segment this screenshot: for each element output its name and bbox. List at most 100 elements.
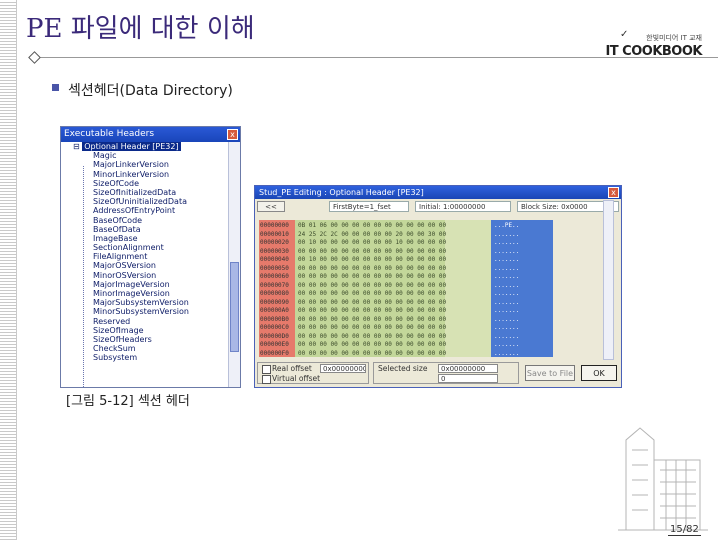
hex-row-bytes: 00 10 00 00 00 00 00 00 00 00 00 00 00 0… (298, 256, 447, 263)
selected-size-label: Selected size (378, 364, 428, 373)
tree-item[interactable]: SizeOfImage (61, 326, 229, 335)
hex-row-ascii: ....... (494, 332, 520, 340)
tree-item[interactable]: MajorLinkerVersion (61, 160, 229, 169)
offset-field[interactable]: FirstByte=1_fset (329, 201, 409, 212)
slide-title: PE 파일에 대한 이해 (26, 14, 255, 44)
save-to-file-button[interactable]: Save to File (525, 365, 575, 381)
hex-row-ascii: ....... (494, 298, 520, 306)
hex-row[interactable]: 00000040 00 10 00 00 00 00 00 00 00 00 00… (259, 256, 553, 264)
tree-root-label: Optional Header [PE32] (82, 142, 181, 151)
tree-item[interactable]: CheckSum (61, 344, 229, 353)
tree-scrollbar-thumb[interactable] (230, 262, 239, 352)
tree-item[interactable]: MinorImageVersion (61, 289, 229, 298)
tree-item[interactable]: MinorSubsystemVersion (61, 307, 229, 316)
hex-row-ascii: ....... (494, 307, 520, 314)
hex-row[interactable]: 000000A0 00 00 00 00 00 00 00 00 00 00 00… (259, 307, 553, 315)
tree-item[interactable]: SizeOfInitializedData (61, 188, 229, 197)
tree-root-item[interactable]: ⊟ Optional Header [PE32] (61, 142, 229, 151)
initial-field[interactable]: Initial: 1:00000000 (415, 201, 511, 212)
hex-row-offset: 00000060 (260, 273, 289, 280)
page-number: 15/82 (668, 524, 701, 536)
hex-row-offset: 00000090 (260, 298, 289, 306)
hex-row[interactable]: 000000D0 00 00 00 00 00 00 00 00 00 00 00… (259, 333, 553, 341)
nav-back-button[interactable]: << (257, 201, 285, 212)
hex-row-bytes: 00 00 00 00 00 00 00 00 00 00 00 00 00 0… (298, 247, 447, 255)
virtual-size-value[interactable]: 0 (438, 374, 498, 383)
editor-toolbar: << FirstByte=1_fset Initial: 1:00000000 … (257, 200, 619, 214)
diamond-icon (28, 51, 41, 64)
tree-item[interactable]: BaseOfCode (61, 216, 229, 225)
tree-item[interactable]: Subsystem (61, 353, 229, 362)
bullet-square-icon (52, 84, 59, 91)
tree-item[interactable]: MinorLinkerVersion (61, 170, 229, 179)
hex-row-offset: 00000020 (260, 239, 289, 246)
hex-dump-area[interactable]: 00000000 0B 01 06 00 00 00 00 00 00 00 00… (259, 220, 553, 357)
hex-row-ascii: ....... (494, 281, 520, 289)
tree-item[interactable]: MajorSubsystemVersion (61, 298, 229, 307)
selected-size-value[interactable]: 0x00000000 (438, 364, 498, 373)
tree-item[interactable]: MinorOSVersion (61, 271, 229, 280)
close-icon[interactable]: x (227, 129, 238, 140)
hex-row-offset: 000000D0 (260, 332, 289, 340)
hex-row-offset: 000000C0 (260, 324, 289, 331)
hex-row[interactable]: 00000020 00 10 00 00 00 00 00 00 00 10 00… (259, 239, 553, 247)
hex-row-ascii: ...PE.. (494, 222, 520, 229)
hex-row-offset: 00000080 (260, 290, 289, 297)
editor-titlebar: Stud_PE Editing : Optional Header [PE32]… (255, 186, 621, 199)
hex-row-ascii: ....... (494, 273, 520, 280)
logo-brand: IT COOKBOOK (605, 44, 702, 59)
virtual-offset-checkbox[interactable] (262, 375, 271, 384)
real-offset-checkbox[interactable] (262, 365, 271, 374)
header-tree: ⊟ Optional Header [PE32] Magic MajorLink… (61, 142, 229, 387)
tree-scrollbar[interactable] (228, 142, 240, 387)
hex-row[interactable]: 00000030 00 00 00 00 00 00 00 00 00 00 00… (259, 248, 553, 256)
tree-item[interactable]: Reserved (61, 317, 229, 326)
hex-row-offset: 000000A0 (260, 307, 289, 314)
hex-row-bytes: 00 00 00 00 00 00 00 00 00 00 00 00 00 0… (298, 273, 447, 280)
hex-row[interactable]: 00000090 00 00 00 00 00 00 00 00 00 00 00… (259, 299, 553, 307)
hex-row[interactable]: 00000050 00 00 00 00 00 00 00 00 00 00 00… (259, 265, 553, 273)
executable-headers-titlebar: Executable Headers x (61, 127, 240, 142)
tree-item[interactable]: SizeOfCode (61, 179, 229, 188)
tree-item[interactable]: SizeOfUninitializedData (61, 197, 229, 206)
close-icon[interactable]: x (608, 187, 619, 198)
hex-row-offset: 000000F0 (260, 349, 289, 357)
hex-row[interactable]: 00000080 00 00 00 00 00 00 00 00 00 00 00… (259, 290, 553, 298)
hex-row[interactable]: 00000060 00 00 00 00 00 00 00 00 00 00 00… (259, 273, 553, 281)
hex-row[interactable]: 000000B0 00 00 00 00 00 00 00 00 00 00 00… (259, 316, 553, 324)
hex-row-bytes: 00 00 00 00 00 00 00 00 00 00 00 00 00 0… (298, 315, 447, 323)
hex-row-offset: 00000010 (260, 230, 289, 238)
hex-row[interactable]: 000000F0 00 00 00 00 00 00 00 00 00 00 00… (259, 350, 553, 358)
minus-icon[interactable]: ⊟ (73, 142, 80, 151)
hex-row-offset: 00000030 (260, 247, 289, 255)
tree-item[interactable]: MajorImageVersion (61, 280, 229, 289)
editor-scrollbar[interactable] (603, 200, 614, 360)
executable-headers-window: Executable Headers x ⊟ Optional Header [… (60, 126, 241, 388)
hex-row[interactable]: 00000010 24 25 2C 2C 00 00 00 00 00 20 00… (259, 231, 553, 239)
hex-row-offset: 00000040 (260, 256, 289, 263)
hex-row-bytes: 00 00 00 00 00 00 00 00 00 00 00 00 00 0… (298, 341, 447, 348)
tree-item[interactable]: BaseOfData (61, 225, 229, 234)
real-offset-value[interactable]: 0x00000000 (320, 364, 366, 373)
tree-item[interactable]: SizeOfHeaders (61, 335, 229, 344)
tree-item[interactable]: ImageBase (61, 234, 229, 243)
publisher-logo: ✓ 한빛미디어 IT 교재 IT COOKBOOK (605, 29, 702, 61)
hex-row-ascii: ....... (494, 349, 520, 357)
hex-row-bytes: 00 00 00 00 00 00 00 00 00 00 00 00 00 0… (298, 332, 447, 340)
hex-row-ascii: ....... (494, 239, 520, 246)
logo-top-text: 한빛미디어 IT 교재 (646, 34, 702, 42)
ok-button[interactable]: OK (581, 365, 617, 381)
tree-item[interactable]: Magic (61, 151, 229, 160)
hex-row-offset: 00000000 (260, 222, 289, 229)
tree-item[interactable]: MajorOSVersion (61, 261, 229, 270)
hex-row[interactable]: 00000000 0B 01 06 00 00 00 00 00 00 00 00… (259, 222, 553, 230)
slide-left-stripes (0, 0, 17, 540)
tree-item[interactable]: FileAlignment (61, 252, 229, 261)
hex-row-bytes: 0B 01 06 00 00 00 00 00 00 00 00 00 00 0… (298, 222, 447, 229)
hex-row[interactable]: 00000070 00 00 00 00 00 00 00 00 00 00 00… (259, 282, 553, 290)
checkmark-icon: ✓ (620, 29, 629, 40)
tree-item[interactable]: SectionAlignment (61, 243, 229, 252)
hex-row[interactable]: 000000E0 00 00 00 00 00 00 00 00 00 00 00… (259, 341, 553, 349)
tree-item[interactable]: AddressOfEntryPoint (61, 206, 229, 215)
hex-row[interactable]: 000000C0 00 00 00 00 00 00 00 00 00 00 00… (259, 324, 553, 332)
